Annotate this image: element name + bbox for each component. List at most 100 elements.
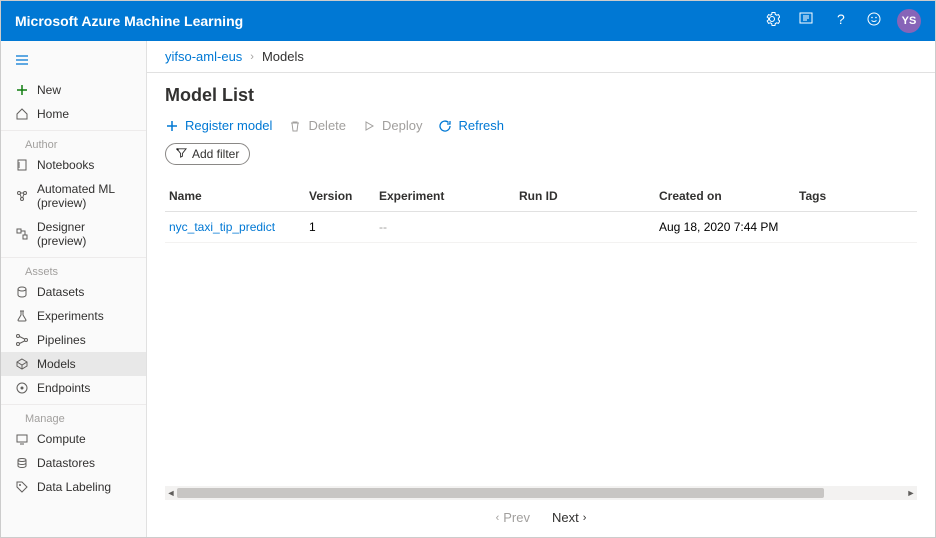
sidebar-item-new[interactable]: New [1, 78, 146, 102]
svg-text:?: ? [837, 11, 845, 27]
tool-label: Delete [308, 118, 346, 133]
deploy-icon [362, 119, 376, 133]
plus-icon [165, 119, 179, 133]
col-header-name[interactable]: Name [169, 189, 309, 203]
refresh-button[interactable]: Refresh [438, 118, 504, 133]
chevron-right-icon: › [250, 51, 254, 63]
sidebar-item-label: Models [37, 357, 76, 371]
col-header-version[interactable]: Version [309, 189, 379, 203]
sidebar-item-automl[interactable]: Automated ML (preview) [1, 177, 146, 215]
models-icon [15, 357, 29, 371]
sidebar-item-notebooks[interactable]: Notebooks [1, 153, 146, 177]
sidebar-item-datasets[interactable]: Datasets [1, 280, 146, 304]
table-row[interactable]: nyc_taxi_tip_predict 1 -- Aug 18, 2020 7… [165, 212, 917, 243]
breadcrumb: yifso-aml-eus › Models [147, 41, 935, 73]
plus-icon [15, 83, 29, 97]
add-filter-button[interactable]: + Add filter [165, 143, 250, 165]
sidebar-item-datastores[interactable]: Datastores [1, 451, 146, 475]
models-table: Name Version Experiment Run ID Created o… [165, 181, 917, 500]
breadcrumb-current: Models [262, 49, 304, 64]
hamburger-icon [15, 54, 29, 71]
avatar[interactable]: YS [897, 9, 921, 33]
home-icon [15, 107, 29, 121]
next-label: Next [552, 510, 579, 525]
register-model-button[interactable]: Register model [165, 118, 272, 133]
svg-text:+: + [176, 148, 179, 154]
sidebar-item-label: Data Labeling [37, 480, 111, 494]
datasets-icon [15, 285, 29, 299]
feedback-icon [798, 11, 814, 32]
sidebar-item-label: New [37, 83, 61, 97]
deploy-button: Deploy [362, 118, 422, 133]
col-header-experiment[interactable]: Experiment [379, 189, 519, 203]
tag-icon [15, 480, 29, 494]
cell-created: Aug 18, 2020 7:44 PM [659, 220, 799, 234]
cell-runid [519, 220, 659, 234]
breadcrumb-workspace[interactable]: yifso-aml-eus [165, 49, 242, 64]
sidebar-item-label: Automated ML (preview) [37, 182, 132, 210]
smile-icon [866, 11, 882, 32]
sidebar-item-label: Pipelines [37, 333, 86, 347]
filter-bar: + Add filter [165, 143, 917, 165]
designer-icon [15, 227, 29, 241]
sidebar-item-designer[interactable]: Designer (preview) [1, 215, 146, 253]
sidebar-section-author: Author [1, 130, 146, 153]
trash-icon [288, 119, 302, 133]
prev-label: Prev [503, 510, 530, 525]
help-icon: ? [832, 11, 848, 32]
feedback-button[interactable] [789, 1, 823, 41]
tool-label: Register model [185, 118, 272, 133]
table-header: Name Version Experiment Run ID Created o… [165, 181, 917, 212]
sidebar-item-experiments[interactable]: Experiments [1, 304, 146, 328]
sidebar-item-datalabeling[interactable]: Data Labeling [1, 475, 146, 499]
model-name-link[interactable]: nyc_taxi_tip_predict [169, 220, 275, 234]
sidebar-item-label: Datastores [37, 456, 95, 470]
col-header-tags[interactable]: Tags [799, 189, 913, 203]
automl-icon [15, 189, 29, 203]
page-title: Model List [165, 85, 917, 106]
sidebar-toggle[interactable] [1, 47, 146, 78]
top-bar: Microsoft Azure Machine Learning ? YS [1, 1, 935, 41]
scroll-left-icon[interactable]: ◄ [165, 486, 177, 500]
pipelines-icon [15, 333, 29, 347]
sidebar-item-label: Endpoints [37, 381, 90, 395]
sidebar-section-assets: Assets [1, 257, 146, 280]
main-content: yifso-aml-eus › Models Model List Regist… [147, 41, 935, 537]
cell-experiment: -- [379, 220, 519, 234]
pager: ‹ Prev Next › [165, 500, 917, 529]
app-title: Microsoft Azure Machine Learning [15, 13, 243, 29]
next-button[interactable]: Next › [552, 510, 586, 525]
col-header-created[interactable]: Created on [659, 189, 799, 203]
help-button[interactable]: ? [823, 1, 857, 41]
sidebar-item-label: Home [37, 107, 69, 121]
cell-version: 1 [309, 220, 379, 234]
cell-tags [799, 220, 913, 234]
toolbar: Register model Delete Deploy Refresh [165, 118, 917, 133]
delete-button: Delete [288, 118, 346, 133]
datastores-icon [15, 456, 29, 470]
endpoints-icon [15, 381, 29, 395]
smile-button[interactable] [857, 1, 891, 41]
refresh-icon [438, 119, 452, 133]
notebook-icon [15, 158, 29, 172]
prev-button[interactable]: ‹ Prev [496, 510, 530, 525]
chevron-left-icon: ‹ [496, 512, 500, 524]
horizontal-scrollbar[interactable]: ◄ ► [165, 486, 917, 500]
scrollbar-thumb[interactable] [177, 488, 824, 498]
filter-label: Add filter [192, 147, 239, 161]
compute-icon [15, 432, 29, 446]
tool-label: Refresh [458, 118, 504, 133]
sidebar-item-models[interactable]: Models [1, 352, 146, 376]
sidebar-item-endpoints[interactable]: Endpoints [1, 376, 146, 400]
chevron-right-icon: › [583, 512, 587, 524]
flask-icon [15, 309, 29, 323]
sidebar-item-home[interactable]: Home [1, 102, 146, 126]
tool-label: Deploy [382, 118, 422, 133]
sidebar-item-label: Datasets [37, 285, 84, 299]
settings-button[interactable] [755, 1, 789, 41]
sidebar-section-manage: Manage [1, 404, 146, 427]
scroll-right-icon[interactable]: ► [905, 486, 917, 500]
col-header-runid[interactable]: Run ID [519, 189, 659, 203]
sidebar-item-pipelines[interactable]: Pipelines [1, 328, 146, 352]
sidebar-item-compute[interactable]: Compute [1, 427, 146, 451]
